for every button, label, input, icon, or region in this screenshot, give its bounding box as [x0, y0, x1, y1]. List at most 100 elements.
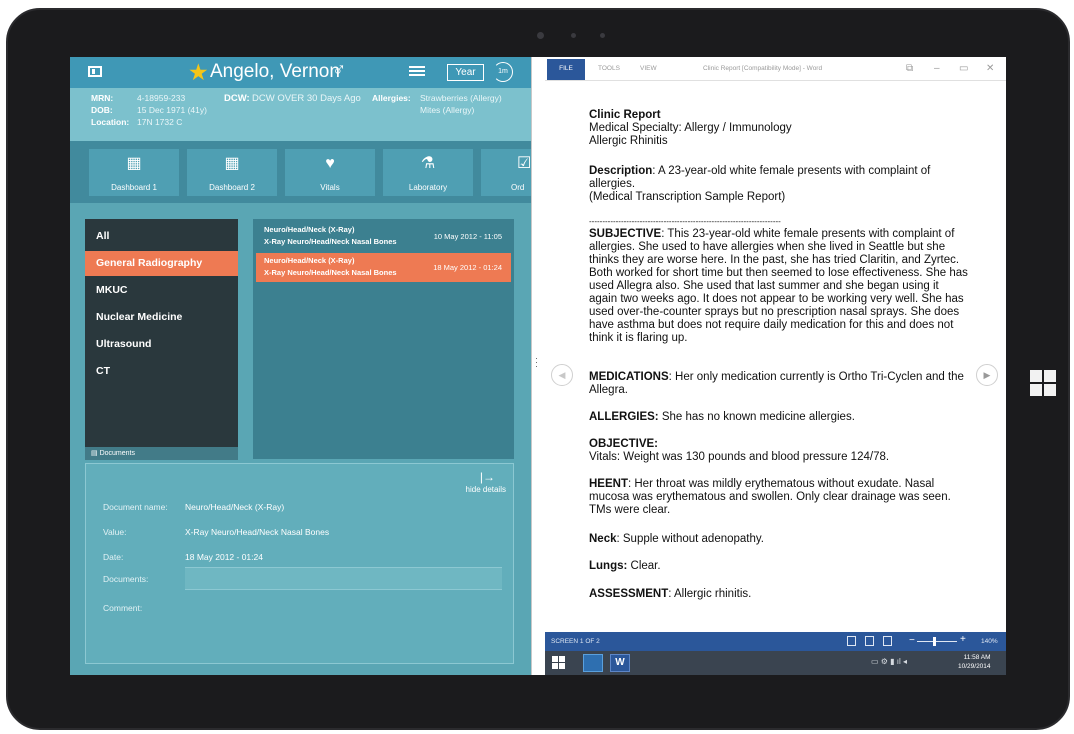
camera-icon — [537, 32, 544, 39]
zoom-in-icon[interactable]: + — [960, 634, 966, 645]
category-item-mkuc[interactable]: MKUC — [85, 278, 238, 303]
list-item[interactable]: Neuro/Head/Neck (X-Ray) X-Ray Neuro/Head… — [256, 253, 511, 282]
item-subtitle: X-Ray Neuro/Head/Neck Nasal Bones — [264, 237, 397, 246]
patient-app: ★ Angelo, Vernon ♂ Year 1m MRN: 4-18959-… — [70, 57, 531, 675]
refresh-icon[interactable]: 1m — [493, 62, 513, 82]
maximize-icon[interactable]: ▭ — [959, 63, 968, 74]
patient-info-bar: MRN: 4-18959-233 DOB: 15 Dec 1971 (41y) … — [70, 88, 531, 141]
word-status-bar: SCREEN 1 OF 2 − + 140% — [545, 632, 1006, 651]
screen-indicator: SCREEN 1 OF 2 — [551, 638, 600, 645]
clock-date: 10/29/2014 — [958, 663, 991, 670]
category-list: All General Radiography MKUC Nuclear Med… — [85, 219, 238, 447]
document-name-value: Neuro/Head/Neck (X-Ray) — [185, 502, 285, 512]
tile-laboratory[interactable]: ⚗ Laboratory — [383, 149, 473, 196]
word-app-icon[interactable]: W — [610, 654, 630, 672]
heent-paragraph: HEENT: Her throat was mildly erythematou… — [589, 478, 969, 517]
assessment-text: : Allergic rhinitis. — [668, 588, 752, 600]
dcw-value: DCW OVER 30 Days Ago — [252, 93, 361, 104]
system-tray[interactable]: ▭ ⚙ ▮ ıl ◂ — [871, 657, 951, 669]
minimize-icon[interactable]: – — [934, 63, 940, 74]
hide-details-button[interactable]: hide details — [466, 485, 506, 494]
location-value: 17N 1732 C — [137, 117, 183, 127]
documents-field[interactable] — [185, 567, 502, 590]
zoom-level[interactable]: 140% — [981, 638, 998, 645]
flask-icon: ⚗ — [420, 155, 436, 172]
dcw-label: DCW: — [224, 93, 250, 104]
hide-details-arrow-icon[interactable]: |→ — [480, 470, 495, 484]
tab-tools[interactable]: TOOLS — [598, 65, 620, 72]
comment-label: Comment: — [103, 603, 143, 613]
document-icon: ▤ — [91, 450, 100, 457]
lungs-text: Clear. — [627, 560, 661, 572]
category-item-ct[interactable]: CT — [85, 359, 238, 384]
medications-paragraph: MEDICATIONS: Her only medication current… — [589, 371, 969, 397]
report-title: Clinic Report — [589, 109, 661, 121]
read-mode-icon[interactable] — [847, 636, 856, 646]
allergies-text: She has no known medicine allergies. — [658, 411, 855, 423]
allergies-value: Strawberries (Allergy) — [420, 93, 502, 103]
value-value: X-Ray Neuro/Head/Neck Nasal Bones — [185, 527, 330, 537]
sensor-icon — [600, 33, 605, 38]
tile-orders[interactable]: ☑ Ord — [481, 149, 531, 196]
web-layout-icon[interactable] — [883, 636, 892, 646]
report-subspecialty: Allergic Rhinitis — [589, 135, 668, 147]
zoom-slider[interactable] — [917, 641, 957, 642]
explorer-app-icon[interactable] — [583, 654, 603, 672]
tile-dashboard-2[interactable]: ▦ Dashboard 2 — [187, 149, 277, 196]
sensor-icon — [571, 33, 576, 38]
restore-icon[interactable]: ⧉ — [906, 63, 913, 74]
description-note: (Medical Transcription Sample Report) — [589, 191, 786, 203]
tab-view[interactable]: VIEW — [640, 65, 657, 72]
item-date: 10 May 2012 - 11:05 — [433, 232, 502, 241]
tile-label: Dashboard 1 — [111, 183, 157, 192]
assessment-label: ASSESSMENT — [589, 588, 669, 600]
patient-name: Angelo, Vernon — [210, 61, 340, 82]
screen: ★ Angelo, Vernon ♂ Year 1m MRN: 4-18959-… — [70, 57, 1006, 675]
drag-handle-icon[interactable]: · · · — [535, 354, 539, 372]
lungs-label: Lungs: — [589, 560, 628, 572]
zoom-slider-handle[interactable] — [933, 637, 936, 646]
tile-dashboard-1[interactable]: ▦ Dashboard 1 — [89, 149, 179, 196]
item-title: Neuro/Head/Neck (X-Ray) — [264, 225, 355, 234]
category-item-general-radiography[interactable]: General Radiography — [85, 251, 238, 276]
dob-value: 15 Dec 1971 (41y) — [137, 105, 207, 115]
dashboard-icon: ▦ — [224, 155, 240, 172]
zoom-out-icon[interactable]: − — [909, 635, 915, 646]
print-layout-icon[interactable] — [865, 636, 874, 646]
description-paragraph: Description: A 23-year-old white female … — [589, 165, 969, 204]
category-item-all[interactable]: All — [85, 224, 238, 249]
heart-icon: ♥ — [325, 155, 335, 172]
tile-label: Vitals — [320, 183, 340, 192]
clock[interactable]: 11:58 AM 10/29/2014 — [958, 653, 991, 671]
start-icon[interactable] — [552, 656, 566, 670]
document-details-panel: |→ hide details Document name: Neuro/Hea… — [85, 463, 514, 664]
previous-page-icon[interactable]: ◀ — [551, 364, 573, 386]
windows-logo-icon[interactable] — [1030, 370, 1056, 396]
favorite-star-icon[interactable]: ★ — [188, 59, 209, 86]
description-label: Description — [589, 165, 653, 177]
item-subtitle: X-Ray Neuro/Head/Neck Nasal Bones — [264, 268, 397, 277]
next-page-icon[interactable]: ▶ — [976, 364, 998, 386]
close-icon[interactable]: ✕ — [986, 63, 994, 74]
category-item-ultrasound[interactable]: Ultrasound — [85, 332, 238, 357]
list-item[interactable]: Neuro/Head/Neck (X-Ray) X-Ray Neuro/Head… — [256, 222, 511, 251]
document-page[interactable]: ◀ ▶ Clinic Report Medical Specialty: All… — [545, 81, 1006, 632]
dob-label: DOB: — [91, 105, 113, 115]
tile-label: Dashboard 2 — [209, 183, 255, 192]
year-button[interactable]: Year — [447, 64, 484, 81]
report-specialty: Medical Specialty: Allergy / Immunology — [589, 122, 792, 134]
sidebar-toggle-icon[interactable] — [88, 66, 102, 77]
allergies-paragraph: ALLERGIES: She has no known medicine all… — [589, 411, 969, 424]
neck-label: Neck — [589, 533, 617, 545]
category-item-nuclear-medicine[interactable]: Nuclear Medicine — [85, 305, 238, 330]
heent-label: HEENT — [589, 478, 628, 490]
objective-paragraph: OBJECTIVE: Vitals: Weight was 130 pounds… — [589, 438, 969, 464]
tile-vitals[interactable]: ♥ Vitals — [285, 149, 375, 196]
allergies-value: Mites (Allergy) — [420, 105, 475, 115]
documents-bar[interactable]: ▤ Documents — [85, 447, 238, 460]
list-view-icon[interactable] — [409, 66, 425, 79]
subjective-text: : This 23-year-old white female presents… — [589, 228, 968, 344]
report-header: Clinic Report Medical Specialty: Allergy… — [589, 109, 969, 148]
tab-file[interactable]: FILE — [547, 59, 585, 80]
document-name-label: Document name: — [103, 502, 168, 512]
